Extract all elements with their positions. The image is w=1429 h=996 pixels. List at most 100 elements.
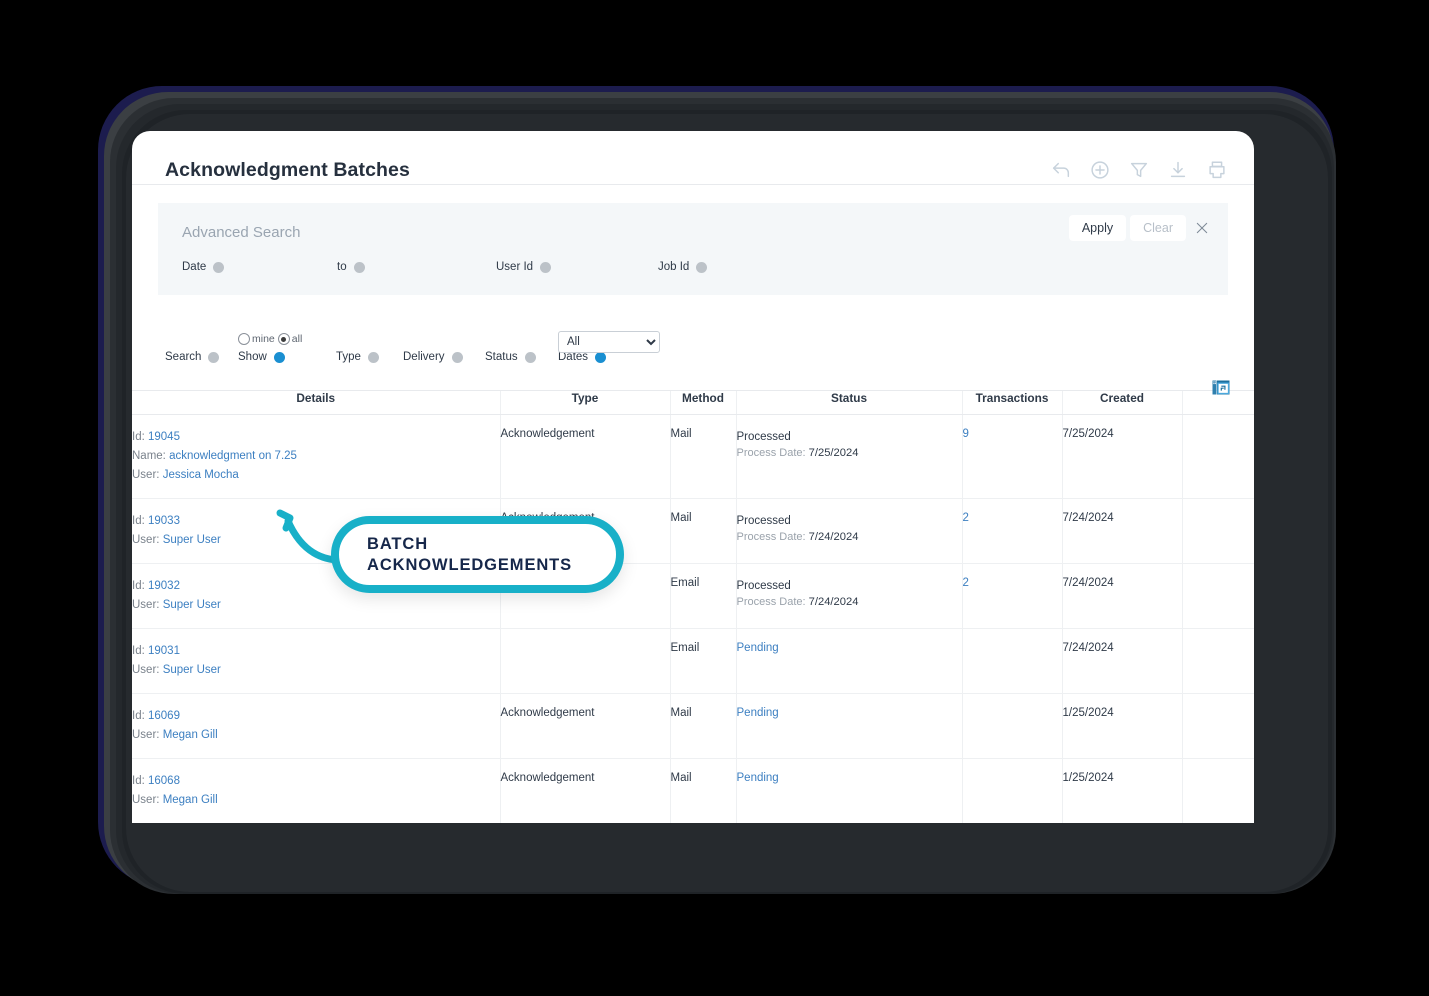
status-text[interactable]: Pending (737, 642, 779, 654)
detail-id-value[interactable]: 19032 (148, 580, 180, 592)
filter-status[interactable]: Status (485, 351, 536, 363)
close-icon[interactable] (1190, 218, 1214, 238)
detail-id-label: Id: (132, 580, 145, 592)
dates-select[interactable]: All (558, 331, 660, 353)
table-row[interactable]: Id: 19031 User: Super User Email Pending (132, 628, 1254, 694)
table-row[interactable]: Id: 19033 User: Super User Acknowledgeme… (132, 498, 1254, 564)
clear-button[interactable]: Clear (1130, 215, 1186, 241)
status-text[interactable]: Pending (737, 772, 779, 784)
callout-text: BATCH ACKNOWLEDGEMENTS (339, 534, 572, 576)
filter-search-label: Search (165, 351, 202, 363)
detail-user-value[interactable]: Megan Gill (163, 729, 218, 741)
detail-id-value[interactable]: 19033 (148, 515, 180, 527)
advanced-search-title: Advanced Search (182, 224, 301, 241)
radio-mine-input[interactable] (238, 333, 250, 345)
screenshot-stage: Acknowledgment Batches Advanced Search A… (0, 0, 1429, 996)
undo-icon[interactable] (1050, 159, 1072, 181)
status-text[interactable]: Pending (737, 707, 779, 719)
cell-end (1182, 628, 1254, 694)
cell-type: Acknowledgement (500, 414, 670, 499)
detail-id-value[interactable]: 16069 (148, 710, 180, 722)
transactions-value[interactable]: 9 (963, 428, 969, 440)
transactions-value[interactable]: 2 (963, 512, 969, 524)
download-icon[interactable] (1167, 159, 1189, 181)
field-to[interactable]: to (337, 261, 365, 273)
filter-delivery-indicator-icon (451, 351, 463, 363)
cell-transactions: 2 (962, 498, 1062, 564)
process-date-value: 7/24/2024 (808, 596, 859, 608)
radio-mine[interactable]: mine (238, 333, 275, 345)
field-date[interactable]: Date (182, 261, 225, 273)
filter-search[interactable]: Search (165, 351, 220, 363)
filter-type[interactable]: Type (336, 351, 379, 363)
detail-user-label: User: (132, 469, 160, 481)
detail-id-value[interactable]: 19045 (148, 431, 180, 443)
field-job-id-indicator-icon (696, 261, 708, 273)
detail-name-value[interactable]: acknowledgment on 7.25 (169, 450, 297, 462)
radio-all-input[interactable] (277, 333, 290, 345)
detail-user-value[interactable]: Megan Gill (163, 794, 218, 806)
process-date-label: Process Date: (736, 447, 806, 459)
column-header-status[interactable]: Status (736, 391, 962, 415)
app-window: Acknowledgment Batches Advanced Search A… (132, 131, 1254, 823)
status-text: Processed (736, 431, 791, 443)
print-icon[interactable] (1206, 159, 1228, 181)
cell-details: Id: 16069 User: Megan Gill (132, 693, 500, 759)
detail-id-value[interactable]: 19031 (148, 645, 180, 657)
cell-status: Processed Process Date: 7/24/2024 (736, 563, 962, 629)
table-row[interactable]: Id: 16068 User: Megan Gill Acknowledgeme… (132, 758, 1254, 823)
cell-method: Mail (670, 414, 736, 499)
transactions-value[interactable]: 2 (963, 577, 969, 589)
detail-name-label: Name: (132, 450, 166, 462)
table-row[interactable]: Id: 19032 User: Super User Email Process… (132, 563, 1254, 629)
advanced-search-fields: Date to User Id Job Id (182, 255, 1202, 285)
filter-bar: Search Show Type Delivery Status Dates m… (132, 309, 1254, 391)
cell-created: 7/24/2024 (1062, 628, 1182, 694)
cell-details: Id: 19045 Name: acknowledgment on 7.25 U… (132, 414, 500, 499)
detail-id-label: Id: (132, 645, 145, 657)
filter-type-indicator-icon (367, 351, 379, 363)
export-window-icon[interactable] (1212, 380, 1230, 396)
radio-all[interactable]: all (277, 333, 302, 345)
table-row[interactable]: Id: 16069 User: Megan Gill Acknowledgeme… (132, 693, 1254, 759)
column-header-created[interactable]: Created (1062, 391, 1182, 415)
app-header: Acknowledgment Batches (132, 131, 1254, 185)
apply-button[interactable]: Apply (1068, 215, 1127, 241)
field-user-id[interactable]: User Id (496, 261, 552, 273)
detail-id-label: Id: (132, 515, 145, 527)
filter-status-indicator-icon (524, 351, 536, 363)
filter-delivery[interactable]: Delivery (403, 351, 463, 363)
cell-transactions: 9 (962, 414, 1062, 499)
cell-transactions (962, 758, 1062, 823)
add-circle-icon[interactable] (1089, 159, 1111, 181)
cell-type (500, 628, 670, 694)
field-job-id-label: Job Id (658, 261, 690, 273)
field-job-id[interactable]: Job Id (658, 261, 708, 273)
cell-end (1182, 414, 1254, 499)
cell-type: Acknowledgement (500, 693, 670, 759)
cell-type: Acknowledgement (500, 758, 670, 823)
column-header-type[interactable]: Type (500, 391, 670, 415)
advanced-search-actions: Apply Clear (1068, 215, 1214, 241)
cell-created: 7/24/2024 (1062, 563, 1182, 629)
detail-user-value[interactable]: Super User (163, 664, 221, 676)
cell-end (1182, 498, 1254, 564)
filter-show[interactable]: Show (238, 351, 285, 363)
filter-funnel-icon[interactable] (1128, 159, 1150, 181)
process-date-value: 7/25/2024 (808, 447, 859, 459)
table-row[interactable]: Id: 19045 Name: acknowledgment on 7.25 U… (132, 414, 1254, 499)
cell-method: Email (670, 628, 736, 694)
detail-user-value[interactable]: Super User (163, 534, 221, 546)
column-header-transactions[interactable]: Transactions (962, 391, 1062, 415)
detail-user-label: User: (132, 534, 160, 546)
detail-id-value[interactable]: 16068 (148, 775, 180, 787)
callout-badge: BATCH ACKNOWLEDGEMENTS (331, 516, 624, 593)
cell-status: Pending (736, 758, 962, 823)
cell-method: Mail (670, 693, 736, 759)
cell-details: Id: 16068 User: Megan Gill (132, 758, 500, 823)
detail-user-value[interactable]: Jessica Mocha (163, 469, 239, 481)
show-radio-group: mine all (238, 333, 302, 345)
column-header-method[interactable]: Method (670, 391, 736, 415)
detail-user-value[interactable]: Super User (163, 599, 221, 611)
column-header-details[interactable]: Details (132, 391, 500, 415)
